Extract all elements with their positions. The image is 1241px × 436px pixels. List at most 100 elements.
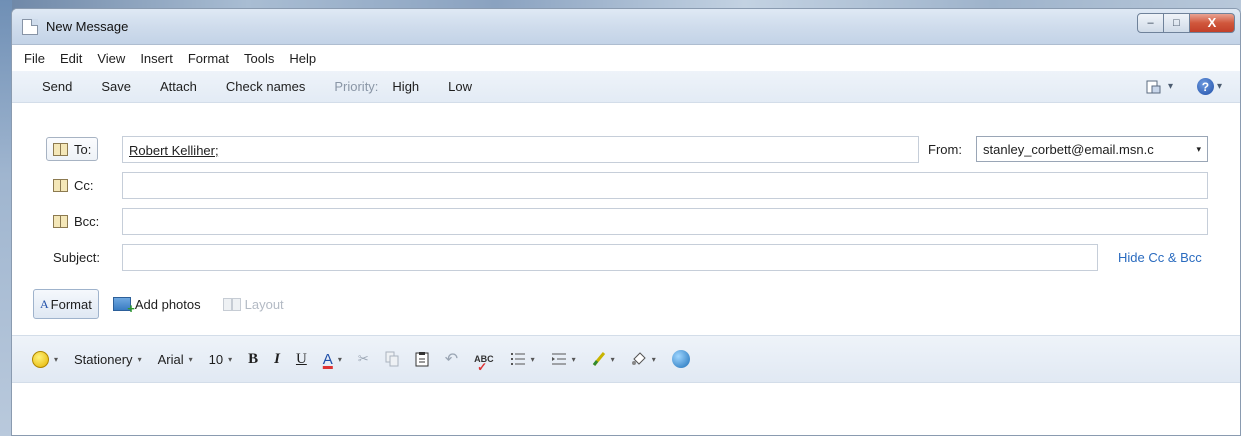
maximize-icon: □ xyxy=(1173,16,1180,29)
view-options-icon xyxy=(1146,80,1161,93)
chevron-down-icon: ▾ xyxy=(54,354,59,364)
subject-field[interactable] xyxy=(122,243,1098,271)
menu-view[interactable]: View xyxy=(97,51,125,66)
cc-button[interactable]: Cc: xyxy=(46,173,94,197)
editing-toolbar: ▾ Stationery ▾ Arial ▾ 10 ▾ B I U A ▾ ✂ … xyxy=(12,335,1240,383)
font-color-icon: A xyxy=(322,350,333,368)
address-book-icon xyxy=(53,178,68,192)
from-value: stanley_corbett@email.msn.c xyxy=(983,141,1154,157)
font-color-button[interactable]: A ▾ xyxy=(323,351,342,368)
minimize-button[interactable]: – xyxy=(1137,12,1164,33)
save-button[interactable]: Save xyxy=(101,79,131,94)
address-book-icon xyxy=(53,142,68,156)
menu-file[interactable]: File xyxy=(24,51,45,66)
menu-bar: File Edit View Insert Format Tools Help xyxy=(12,45,1240,71)
cut-button[interactable]: ✂ xyxy=(358,351,369,367)
layout-button[interactable]: Layout xyxy=(222,297,284,312)
paint-bucket-icon xyxy=(631,352,646,365)
toolbar-right-group: ▾ ? ▾ xyxy=(1122,78,1222,95)
format-tab-label: Format xyxy=(50,296,92,312)
window-controls: – □ X xyxy=(1137,12,1235,33)
chevron-down-icon: ▾ xyxy=(1167,81,1173,92)
highlight-button[interactable]: ▾ xyxy=(592,351,615,367)
from-select[interactable]: stanley_corbett@email.msn.c ▾ xyxy=(976,136,1208,162)
help-button[interactable]: ? ▾ xyxy=(1196,78,1222,95)
background-color-button[interactable]: ▾ xyxy=(631,351,656,367)
subject-row: Subject: Hide Cc & Bcc xyxy=(12,243,1240,271)
menu-edit[interactable]: Edit xyxy=(60,51,82,66)
numbered-list-button[interactable]: ▾ xyxy=(510,352,535,366)
hide-cc-bcc-link[interactable]: Hide Cc & Bcc xyxy=(1118,250,1202,265)
font-size-dropdown[interactable]: 10 ▾ xyxy=(209,352,232,367)
to-label: To: xyxy=(74,141,92,157)
stationery-label: Stationery xyxy=(74,351,133,367)
clipboard-icon xyxy=(415,352,429,367)
scissors-icon: ✂ xyxy=(357,351,369,366)
add-photos-button[interactable]: Add photos xyxy=(112,296,201,316)
copy-icon xyxy=(385,351,399,367)
paste-button[interactable] xyxy=(415,351,429,367)
new-message-window: New Message – □ X File Edit View Insert … xyxy=(11,8,1241,436)
underline-button[interactable]: U xyxy=(296,351,307,368)
insert-hyperlink-button[interactable] xyxy=(671,350,690,368)
priority-low-button[interactable]: Low xyxy=(448,79,472,94)
format-tab[interactable]: A Format xyxy=(33,289,99,319)
from-label: From: xyxy=(928,141,962,157)
to-button[interactable]: To: xyxy=(46,137,99,161)
cc-row: Cc: xyxy=(12,171,1240,199)
attach-button[interactable]: Attach xyxy=(160,79,197,94)
emoticon-button[interactable]: ▾ xyxy=(32,350,59,368)
chevron-down-icon: ▾ xyxy=(651,354,656,364)
address-book-icon xyxy=(53,214,68,228)
title-bar[interactable]: New Message – □ X xyxy=(12,9,1240,45)
globe-link-icon xyxy=(671,350,690,368)
send-button[interactable]: Send xyxy=(42,79,72,94)
font-size-value: 10 xyxy=(208,351,224,367)
chevron-down-icon: ▾ xyxy=(530,354,535,364)
to-field[interactable]: Robert Kelliher; xyxy=(122,135,919,163)
list-icon xyxy=(510,353,525,365)
cc-label: Cc: xyxy=(74,177,94,193)
recipient-chip[interactable]: Robert Kelliher; xyxy=(129,143,219,158)
bcc-row: Bcc: xyxy=(12,207,1240,235)
chevron-down-icon: ▾ xyxy=(571,354,576,364)
chevron-down-icon: ▾ xyxy=(1196,143,1201,154)
window-title: New Message xyxy=(46,19,129,34)
format-text-icon: A xyxy=(40,296,49,311)
priority-label: Priority: xyxy=(334,79,379,94)
undo-button[interactable]: ↶ xyxy=(445,349,458,369)
message-header: To: Robert Kelliher; From: stanley_corbe… xyxy=(12,127,1240,287)
chevron-down-icon: ▾ xyxy=(1216,81,1222,92)
menu-insert[interactable]: Insert xyxy=(140,51,173,66)
bcc-button[interactable]: Bcc: xyxy=(46,209,99,233)
italic-button[interactable]: I xyxy=(274,351,280,368)
layout-icon xyxy=(222,297,241,311)
priority-high-button[interactable]: High xyxy=(392,79,419,94)
indent-button[interactable]: ▾ xyxy=(551,352,576,366)
add-photos-label: Add photos xyxy=(134,296,201,312)
font-family-dropdown[interactable]: Arial ▾ xyxy=(158,352,193,367)
spell-check-button[interactable]: ABC xyxy=(474,354,494,374)
chevron-down-icon: ▾ xyxy=(228,354,233,364)
menu-format[interactable]: Format xyxy=(188,51,229,66)
menu-tools[interactable]: Tools xyxy=(244,51,274,66)
copy-button[interactable] xyxy=(385,351,399,367)
subject-label: Subject: xyxy=(53,249,100,265)
chevron-down-icon: ▾ xyxy=(188,354,193,364)
menu-help[interactable]: Help xyxy=(289,51,316,66)
indent-icon xyxy=(551,353,566,365)
close-button[interactable]: X xyxy=(1190,12,1235,33)
highlighter-icon xyxy=(592,352,605,366)
view-options-button[interactable]: ▾ xyxy=(1146,79,1173,95)
message-body[interactable] xyxy=(12,384,1240,435)
stationery-dropdown[interactable]: Stationery ▾ xyxy=(74,352,142,367)
chevron-down-icon: ▾ xyxy=(137,354,142,364)
font-family-value: Arial xyxy=(157,351,184,367)
bold-button[interactable]: B xyxy=(248,351,258,368)
smiley-icon xyxy=(32,350,49,368)
spell-check-icon: ABC xyxy=(474,354,494,374)
maximize-button[interactable]: □ xyxy=(1164,12,1190,33)
cc-field[interactable] xyxy=(122,171,1208,199)
bcc-field[interactable] xyxy=(122,207,1208,235)
check-names-button[interactable]: Check names xyxy=(226,79,305,94)
